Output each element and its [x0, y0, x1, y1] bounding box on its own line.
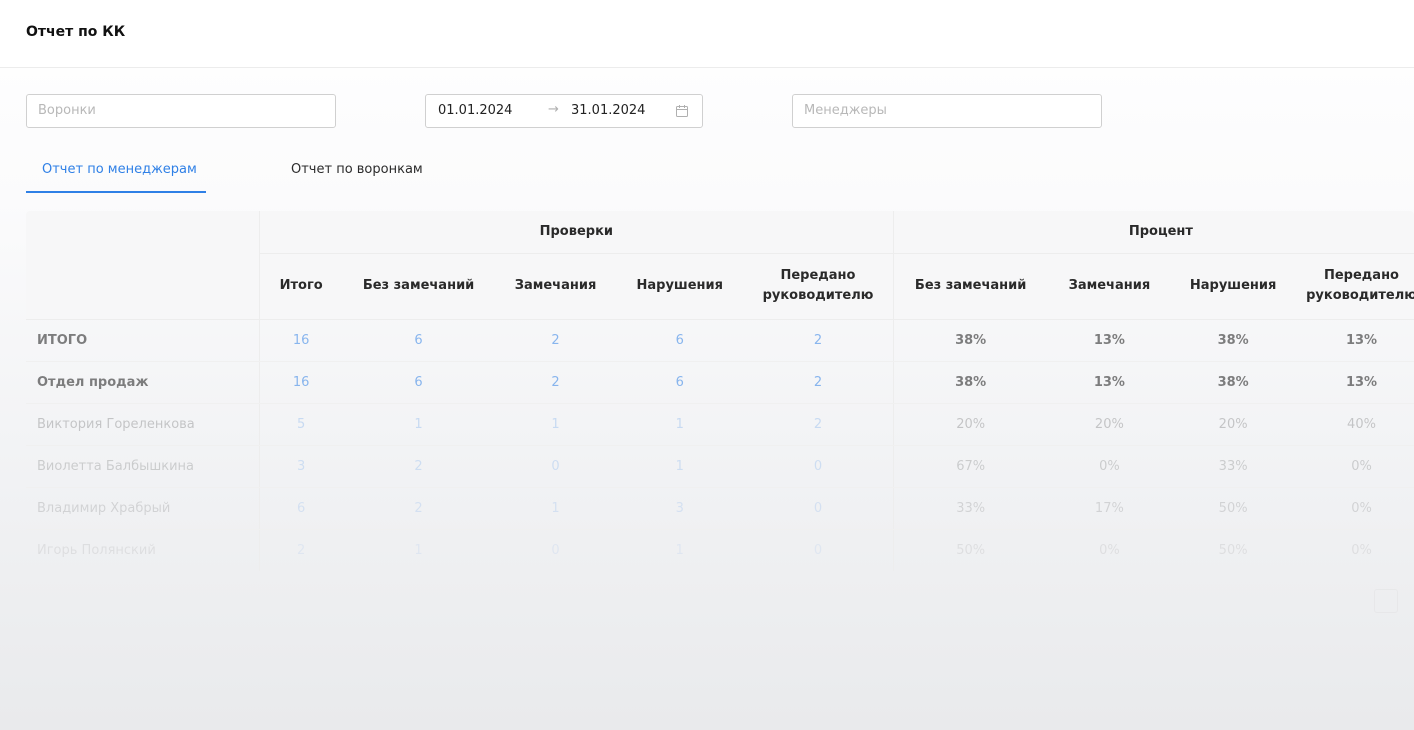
- percent-cell: 20%: [1047, 403, 1172, 446]
- percent-cell: 13%: [1295, 319, 1414, 362]
- row-name: Отдел продаж: [26, 361, 260, 404]
- column-header[interactable]: Нарушения: [616, 253, 744, 320]
- percent-cell: 20%: [1171, 403, 1295, 446]
- table-row-department: Отдел продаж 16 6 2 6 2 38% 13% 38% 13%: [26, 361, 1414, 404]
- percent-cell: 38%: [1171, 319, 1295, 362]
- managers-placeholder: Менеджеры: [804, 103, 887, 118]
- date-from-input[interactable]: 01.01.2024: [438, 103, 512, 118]
- percent-cell: 0%: [1295, 529, 1414, 571]
- report-table: Проверки Процент Итого Без замечаний Зам…: [26, 211, 1414, 571]
- column-header[interactable]: Нарушения: [1171, 253, 1295, 320]
- row-name: Виктория Гореленкова: [26, 403, 260, 446]
- count-link[interactable]: 1: [342, 403, 495, 446]
- count-link[interactable]: 6: [342, 319, 495, 362]
- percent-cell: 50%: [893, 529, 1048, 571]
- count-link[interactable]: 1: [342, 529, 495, 571]
- percent-cell: 38%: [1171, 361, 1295, 404]
- percent-cell: 50%: [1171, 529, 1295, 571]
- table-row: Виктория Гореленкова 5 1 1 1 2 20% 20% 2…: [26, 403, 1414, 446]
- count-link[interactable]: 2: [743, 361, 894, 404]
- count-link[interactable]: 1: [616, 403, 744, 446]
- count-link[interactable]: 2: [342, 487, 495, 530]
- active-tab-indicator: [26, 191, 206, 193]
- calendar-icon: [676, 105, 688, 117]
- count-link[interactable]: 16: [259, 361, 343, 404]
- row-name: ИТОГО: [26, 319, 260, 362]
- tab-funnels-report[interactable]: Отчет по воронкам: [291, 162, 423, 177]
- count-link[interactable]: 0: [743, 487, 894, 530]
- count-link[interactable]: 6: [616, 361, 744, 404]
- page-header: Отчет по КК: [0, 0, 1414, 68]
- column-header[interactable]: Замечания: [1047, 253, 1172, 320]
- percent-cell: 17%: [1047, 487, 1172, 530]
- percent-cell: 0%: [1047, 445, 1172, 488]
- percent-group-header: Процент: [893, 211, 1414, 254]
- table-row: Виолетта Балбышкина 3 2 0 1 0 67% 0% 33%…: [26, 445, 1414, 488]
- count-link[interactable]: 2: [743, 403, 894, 446]
- funnels-placeholder: Воронки: [38, 103, 96, 118]
- pagination-button[interactable]: [1374, 589, 1398, 613]
- table-row: Игорь Полянский 2 1 0 1 0 50% 0% 50% 0%: [26, 529, 1414, 571]
- count-link[interactable]: 6: [342, 361, 495, 404]
- percent-cell: 13%: [1047, 361, 1172, 404]
- count-link[interactable]: 3: [259, 445, 343, 488]
- column-header[interactable]: Без замечаний: [342, 253, 495, 320]
- count-link[interactable]: 2: [743, 319, 894, 362]
- count-link[interactable]: 0: [743, 445, 894, 488]
- percent-cell: 50%: [1171, 487, 1295, 530]
- count-link[interactable]: 1: [616, 529, 744, 571]
- row-name: Игорь Полянский: [26, 529, 260, 571]
- row-name: Виолетта Балбышкина: [26, 445, 260, 488]
- percent-cell: 33%: [1171, 445, 1295, 488]
- column-header[interactable]: Передано руководителю: [743, 253, 894, 320]
- count-link[interactable]: 1: [494, 487, 617, 530]
- count-link[interactable]: 16: [259, 319, 343, 362]
- percent-cell: 0%: [1047, 529, 1172, 571]
- checks-group-header: Проверки: [259, 211, 894, 254]
- count-link[interactable]: 2: [494, 361, 617, 404]
- count-link[interactable]: 1: [494, 403, 617, 446]
- percent-cell: 13%: [1295, 361, 1414, 404]
- name-column-header: [26, 211, 260, 320]
- date-range-picker[interactable]: 01.01.2024 → 31.01.2024: [425, 94, 703, 128]
- page-title: Отчет по КК: [26, 24, 126, 40]
- column-header[interactable]: Без замечаний: [893, 253, 1048, 320]
- count-link[interactable]: 6: [616, 319, 744, 362]
- count-link[interactable]: 5: [259, 403, 343, 446]
- count-link[interactable]: 3: [616, 487, 744, 530]
- percent-cell: 13%: [1047, 319, 1172, 362]
- tab-managers-report[interactable]: Отчет по менеджерам: [42, 162, 197, 177]
- percent-cell: 0%: [1295, 487, 1414, 530]
- column-header[interactable]: Замечания: [494, 253, 617, 320]
- count-link[interactable]: 6: [259, 487, 343, 530]
- count-link[interactable]: 2: [494, 319, 617, 362]
- count-link[interactable]: 2: [342, 445, 495, 488]
- percent-cell: 67%: [893, 445, 1048, 488]
- managers-select[interactable]: Менеджеры: [792, 94, 1102, 128]
- table-row: Владимир Храбрый 6 2 1 3 0 33% 17% 50% 0…: [26, 487, 1414, 530]
- arrow-right-icon: →: [548, 102, 559, 117]
- percent-cell: 40%: [1295, 403, 1414, 446]
- percent-cell: 20%: [893, 403, 1048, 446]
- count-link[interactable]: 0: [494, 529, 617, 571]
- percent-cell: 33%: [893, 487, 1048, 530]
- count-link[interactable]: 1: [616, 445, 744, 488]
- column-header[interactable]: Передано руководителю: [1295, 253, 1414, 320]
- table-row-total: ИТОГО 16 6 2 6 2 38% 13% 38% 13%: [26, 319, 1414, 362]
- count-link[interactable]: 2: [259, 529, 343, 571]
- count-link[interactable]: 0: [743, 529, 894, 571]
- percent-cell: 0%: [1295, 445, 1414, 488]
- percent-cell: 38%: [893, 319, 1048, 362]
- percent-cell: 38%: [893, 361, 1048, 404]
- funnels-select[interactable]: Воронки: [26, 94, 336, 128]
- date-to-input[interactable]: 31.01.2024: [571, 103, 645, 118]
- column-header[interactable]: Итого: [259, 253, 343, 320]
- count-link[interactable]: 0: [494, 445, 617, 488]
- row-name: Владимир Храбрый: [26, 487, 260, 530]
